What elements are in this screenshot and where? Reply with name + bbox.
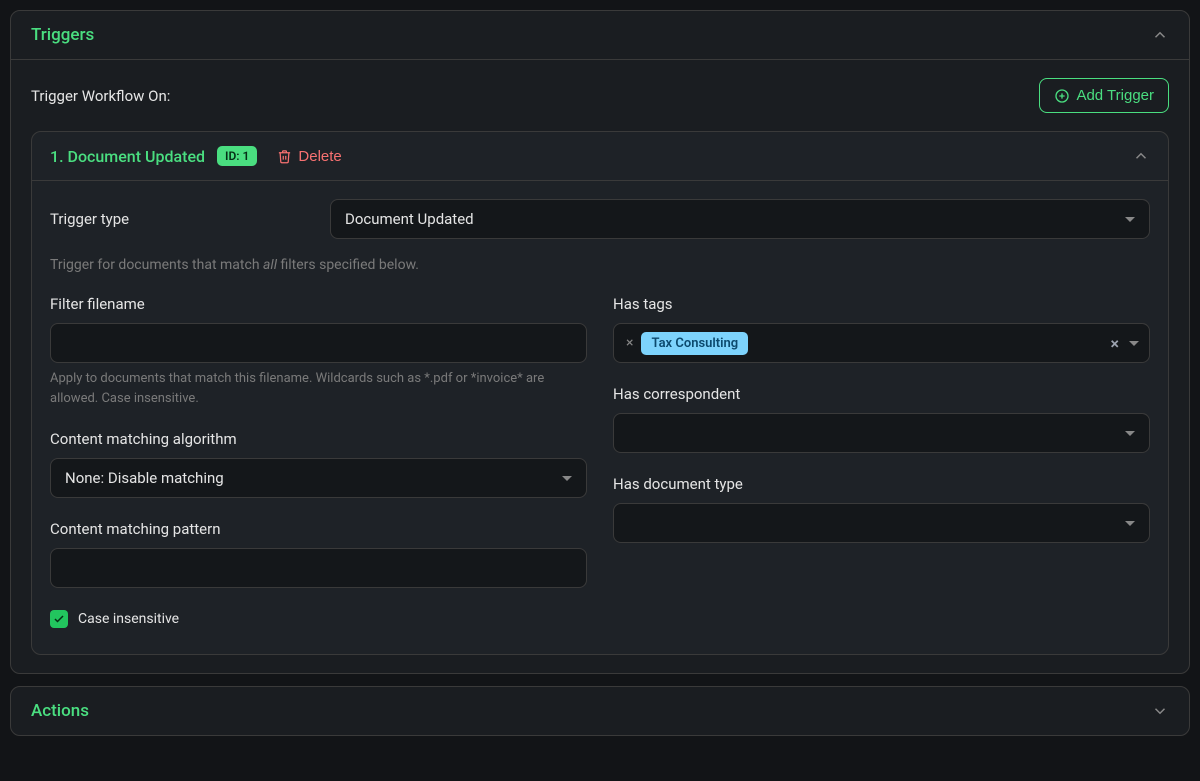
trigger-card-header[interactable]: 1. Document Updated ID: 1 Delete: [32, 132, 1168, 180]
right-column: Has tags × Tax Consulting ×: [613, 295, 1150, 628]
tag-remove-icon[interactable]: ×: [624, 335, 635, 351]
trigger-workflow-on-label: Trigger Workflow On:: [31, 87, 170, 105]
actions-panel: Actions: [10, 686, 1190, 736]
caret-down-icon[interactable]: [1129, 341, 1139, 346]
triggers-title: Triggers: [31, 25, 94, 45]
filter-filename-input[interactable]: [50, 323, 587, 363]
trigger-help-text: Trigger for documents that match all fil…: [50, 257, 1150, 273]
trigger-card-body: Trigger type Document Updated Trigger fo…: [32, 180, 1168, 654]
triggers-panel-header[interactable]: Triggers: [11, 11, 1189, 59]
pattern-input[interactable]: [50, 548, 587, 588]
caret-down-icon: [1125, 521, 1135, 526]
chevron-up-icon: [1132, 147, 1150, 165]
has-tags-input[interactable]: × Tax Consulting ×: [613, 323, 1150, 363]
chevron-down-icon: [1151, 702, 1169, 720]
has-tags-label: Has tags: [613, 295, 1150, 313]
tag-chip[interactable]: Tax Consulting: [641, 332, 748, 355]
triggers-panel: Triggers Trigger Workflow On: Add Trigge…: [10, 10, 1190, 674]
has-doctype-select[interactable]: [613, 503, 1150, 543]
algorithm-select[interactable]: None: Disable matching: [50, 458, 587, 498]
plus-circle-icon: [1054, 88, 1070, 104]
chevron-up-icon: [1151, 26, 1169, 44]
has-doctype-label: Has document type: [613, 475, 1150, 493]
filter-filename-label: Filter filename: [50, 295, 587, 313]
left-column: Filter filename Apply to documents that …: [50, 295, 587, 628]
caret-down-icon: [1125, 217, 1135, 222]
has-correspondent-select[interactable]: [613, 413, 1150, 453]
actions-title: Actions: [31, 701, 89, 721]
check-icon: [53, 613, 65, 625]
algorithm-value: None: Disable matching: [65, 469, 224, 487]
trigger-type-select[interactable]: Document Updated: [330, 199, 1150, 239]
algorithm-label: Content matching algorithm: [50, 430, 587, 448]
trigger-type-label: Trigger type: [50, 210, 310, 228]
has-correspondent-label: Has correspondent: [613, 385, 1150, 403]
trigger-id-badge: ID: 1: [217, 146, 257, 166]
caret-down-icon: [1125, 431, 1135, 436]
delete-trigger-button[interactable]: Delete: [277, 148, 341, 165]
add-trigger-button[interactable]: Add Trigger: [1039, 78, 1169, 113]
filter-filename-hint: Apply to documents that match this filen…: [50, 369, 587, 408]
clear-tags-icon[interactable]: ×: [1111, 334, 1120, 353]
case-insensitive-checkbox[interactable]: [50, 610, 68, 628]
trigger-card: 1. Document Updated ID: 1 Delete Trigger…: [31, 131, 1169, 655]
triggers-panel-body: Trigger Workflow On: Add Trigger 1. Docu…: [11, 59, 1189, 673]
caret-down-icon: [562, 476, 572, 481]
add-trigger-label: Add Trigger: [1076, 87, 1154, 104]
actions-panel-header[interactable]: Actions: [11, 687, 1189, 735]
trigger-title: 1. Document Updated: [50, 147, 205, 166]
trash-icon: [277, 149, 292, 164]
pattern-label: Content matching pattern: [50, 520, 587, 538]
delete-label: Delete: [298, 148, 341, 165]
case-insensitive-label: Case insensitive: [78, 611, 179, 627]
trigger-type-value: Document Updated: [345, 210, 474, 228]
